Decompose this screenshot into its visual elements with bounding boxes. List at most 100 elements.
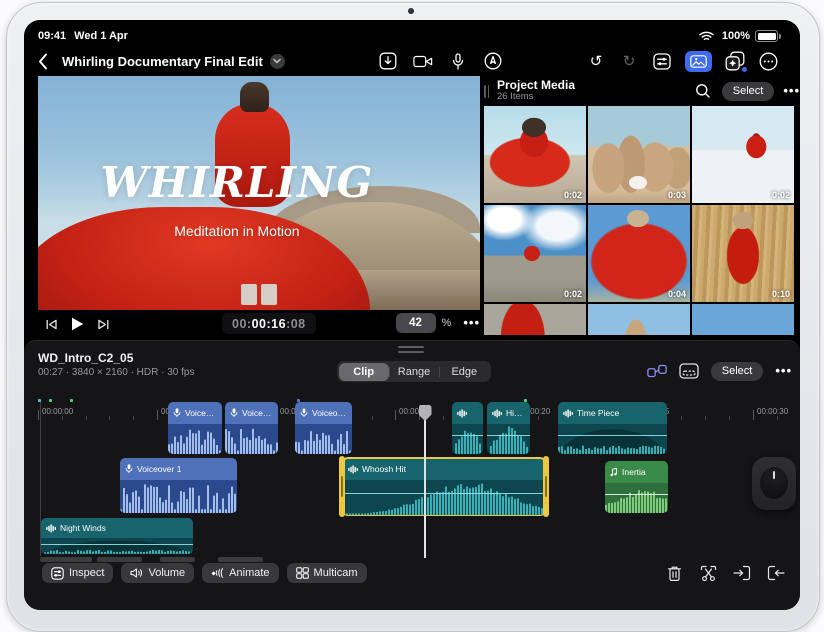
ruler-tick [395, 410, 397, 420]
video-viewer[interactable]: WHIRLING Meditation in Motion [38, 76, 480, 310]
multicam-button[interactable]: Multicam [286, 563, 367, 583]
ruler-tick [38, 410, 39, 420]
timeline-clip-voiceover-3[interactable]: Voiceover 3 [295, 402, 352, 454]
pencil-icon[interactable] [483, 51, 503, 71]
timeline-clip-inertia[interactable]: Inertia [605, 461, 668, 513]
clip-waveform [295, 424, 352, 454]
media-item-count: 26 Items [497, 91, 534, 103]
viewer-subtitle-overlay: Meditation in Motion [174, 223, 300, 240]
clip-volume-line[interactable] [41, 543, 193, 545]
inspect-button[interactable]: Inspect [42, 563, 114, 583]
edit-mode-segmented-control: Clip Range Edge [337, 361, 491, 382]
ruler-tick [371, 416, 373, 420]
trash-icon[interactable] [664, 563, 684, 583]
blade-icon[interactable] [698, 563, 718, 583]
timeline-clip-voiceover-1[interactable]: Voiceover 1 [120, 458, 237, 513]
undo-button[interactable]: ↺ [586, 51, 606, 71]
mic-icon [125, 464, 133, 474]
timeline-clip-high-[interactable]: High… [487, 402, 530, 454]
wifi-icon [697, 26, 717, 46]
front-camera [408, 8, 414, 14]
skip-to-end-button[interactable] [90, 313, 116, 335]
title-dropdown-button[interactable] [269, 53, 285, 69]
music-note-icon [610, 467, 618, 477]
app-toolbar: Whirling Documentary Final Edit ↺ ↻ [38, 46, 778, 76]
clip-waveform [487, 424, 530, 454]
media-select-button[interactable]: Select [721, 81, 775, 101]
mode-segment-edge[interactable]: Edge [439, 363, 489, 381]
media-thumb-dervish-reeds[interactable]: 0:10 [692, 205, 794, 302]
clip-waveform [343, 480, 545, 515]
connect-clip-icon[interactable] [647, 361, 667, 381]
skip-to-start-button[interactable] [38, 313, 64, 335]
timeline-clip-untitled[interactable] [452, 402, 483, 454]
overwrite-mode-icon[interactable] [679, 361, 699, 381]
inspect-icon [51, 566, 64, 580]
ruler-tick [85, 416, 87, 420]
media-thumb-dervish-red-beach[interactable]: 0:02 [484, 106, 586, 203]
timeline-clip-time-piece[interactable]: Time Piece [558, 402, 667, 454]
media-thumb-sky-clouds[interactable] [692, 304, 794, 335]
playhead-line[interactable] [424, 406, 426, 558]
clip-volume-line[interactable] [343, 492, 545, 494]
insert-icon[interactable] [732, 563, 752, 583]
effects-button[interactable] [725, 51, 747, 72]
media-thumb-dervish-spin-closeup[interactable]: 0:04 [588, 205, 690, 302]
media-browser-button-selected[interactable] [685, 50, 712, 72]
panel-drag-handle[interactable] [398, 346, 424, 354]
mode-segment-range[interactable]: Range [388, 363, 439, 381]
volume-button[interactable]: Volume [121, 563, 195, 583]
more-button[interactable] [758, 51, 778, 71]
clip-volume-line[interactable] [558, 434, 667, 436]
clip-volume-line[interactable] [452, 434, 483, 436]
timecode-frames: :08 [286, 316, 306, 331]
ruler-tick [681, 416, 683, 420]
timeline-clip-voiceover-2[interactable]: Voiceover 2 [168, 402, 222, 454]
timeline-select-button[interactable]: Select [710, 361, 764, 381]
redo-button[interactable]: ↻ [619, 51, 639, 71]
timeline-clip-night-winds[interactable]: Night Winds [41, 518, 193, 554]
camera-icon[interactable] [413, 51, 433, 71]
zoom-percent-value[interactable]: 42 [395, 313, 436, 333]
microphone-icon[interactable] [448, 51, 468, 71]
timecode-display[interactable]: 00: 00:16:08 [222, 313, 316, 334]
thumb-duration: 0:02 [563, 190, 582, 200]
play-button[interactable] [64, 313, 90, 335]
import-button[interactable] [378, 51, 398, 71]
jog-wheel-dial[interactable] [760, 467, 788, 499]
thumb-duration: 0:02 [771, 190, 790, 200]
timeline-ruler[interactable]: 00:00:0000:00:0500:00:1000:00:1500:00:20… [24, 406, 800, 421]
clip-volume-line[interactable] [605, 493, 668, 495]
clip-label: Time Piece [577, 408, 620, 418]
media-thumb-dervish-hat-profile[interactable] [588, 304, 690, 335]
clip-marker [70, 399, 73, 402]
timeline-clip-whoosh-hit[interactable]: Whoosh Hit [339, 456, 549, 517]
media-thumb-badlands-red-jacket[interactable] [484, 304, 586, 335]
panel-resize-grip[interactable] [484, 84, 489, 98]
waveform-icon [492, 408, 502, 418]
ruler-tick [538, 416, 540, 420]
search-icon[interactable] [693, 81, 713, 101]
timeline-clip-voiceover-2[interactable]: Voiceover 2 [225, 402, 278, 454]
clip-label: Night Winds [60, 523, 106, 533]
ruler-label: 00:00:30 [757, 407, 789, 416]
mode-segment-clip[interactable]: Clip [338, 362, 389, 381]
tool-buttons: Inspect Volume Animate Multicam [42, 563, 367, 583]
animate-button[interactable]: Animate [202, 563, 279, 583]
clip-waveform [168, 424, 222, 454]
clip-header [452, 402, 483, 424]
media-thumb-dervish-badlands-sky[interactable]: 0:02 [484, 205, 586, 302]
back-button[interactable] [38, 50, 56, 72]
clip-label: Whoosh Hit [362, 464, 406, 474]
hero-figure-leg [241, 284, 258, 306]
page: 09:41 Wed 1 Apr 100% Whirling Documentar… [0, 0, 824, 632]
media-thumb-cappadocia-rocks[interactable]: 0:03 [588, 106, 690, 203]
jog-wheel[interactable] [752, 457, 796, 510]
trim-handle-right[interactable] [543, 456, 549, 517]
inspector-icon[interactable] [652, 51, 672, 71]
clip-volume-line[interactable] [487, 434, 530, 436]
media-thumb-dervish-salt-flat[interactable]: 0:02 [692, 106, 794, 203]
overwrite-icon[interactable] [766, 563, 786, 583]
clip-waveform [605, 483, 668, 513]
trim-handle-left[interactable] [339, 456, 345, 517]
